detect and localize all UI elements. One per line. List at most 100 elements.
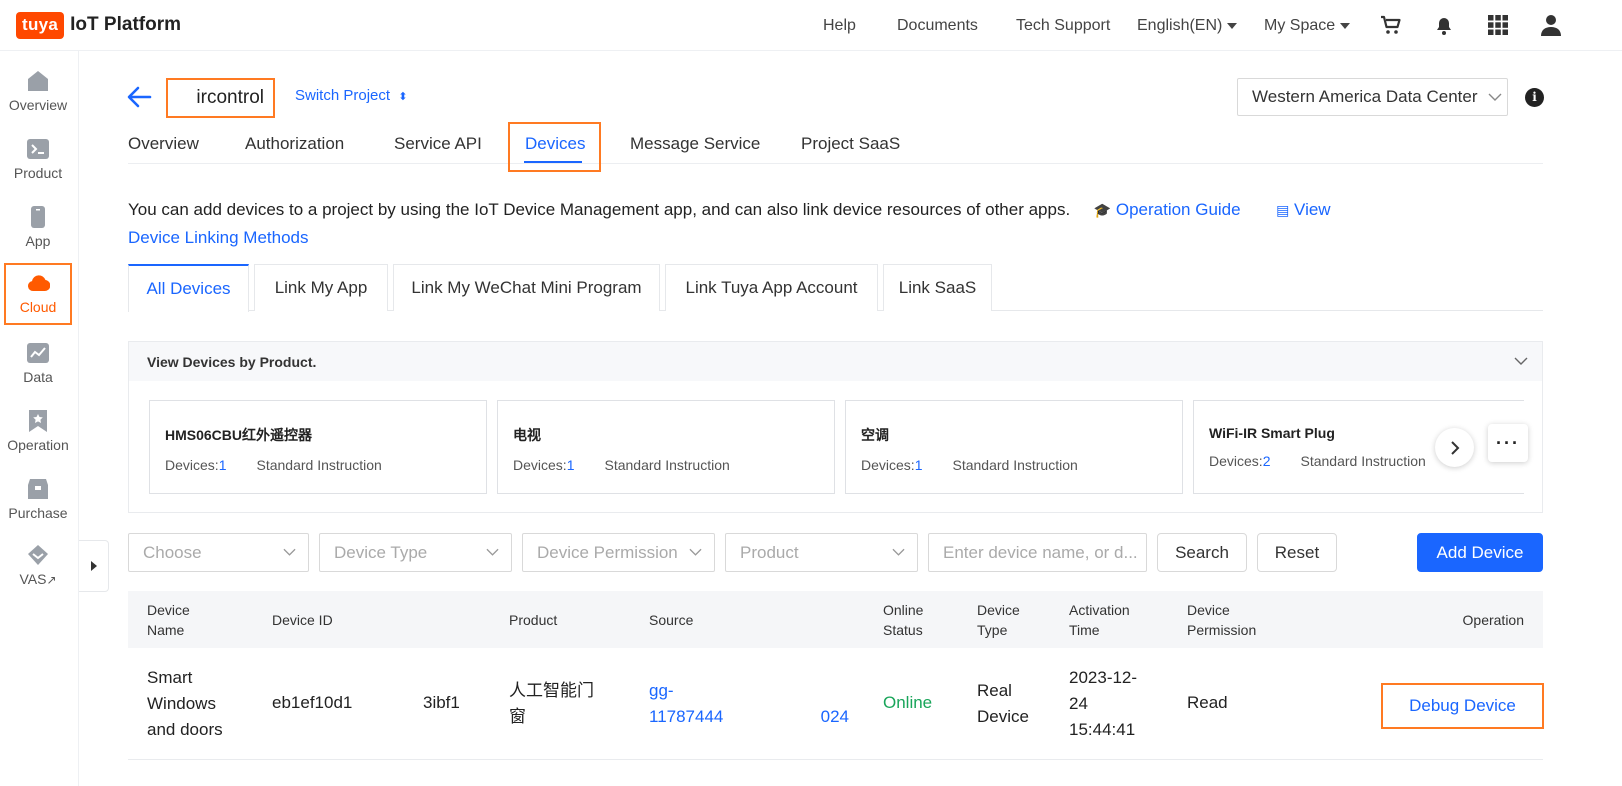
instruction-type: Standard Instruction [1300,453,1426,469]
operation-guide-link[interactable]: 🎓 Operation Guide [1094,200,1241,219]
nav-tech-support[interactable]: Tech Support [1016,0,1110,51]
col-product: Product [509,612,558,628]
project-tabs: Overview Authorization Service API Devic… [128,124,1543,164]
data-center-value: Western America Data Center [1252,87,1478,106]
chevron-down-icon [283,548,296,556]
device-count-link[interactable]: 2 [1263,453,1271,469]
product-placeholder: Product [740,542,799,562]
home-icon [28,71,48,91]
subtab-all-devices[interactable]: All Devices [128,264,249,312]
add-device-button[interactable]: Add Device [1417,533,1543,572]
cell-activation-time: 2023-12-24 15:44:41 [1069,668,1138,739]
sidebar-item-data[interactable]: Data [4,335,72,397]
cell-device-id: eb1ef10d1 [272,693,353,712]
user-icon[interactable] [1539,13,1563,37]
description-text: You can add devices to a project by usin… [128,200,1071,219]
search-button[interactable]: Search [1157,533,1247,572]
devices-label: Devices: [1209,453,1263,469]
sidebar-collapse-button[interactable] [79,540,109,592]
subtab-link-saas[interactable]: Link SaaS [883,264,992,311]
search-placeholder: Enter device name, or d... [943,542,1138,562]
devices-label: Devices: [165,457,219,473]
col-device-type: Device Type [977,602,1020,638]
bell-icon[interactable] [1432,13,1456,37]
nav-language[interactable]: English(EN) [1137,0,1238,51]
diamond-icon [28,545,48,565]
tab-authorization[interactable]: Authorization [245,134,344,154]
cell-online-status: Online [883,693,933,712]
sidebar-item-label: Product [13,165,63,181]
tab-project-saas[interactable]: Project SaaS [801,134,900,154]
project-name: ircontrol [166,78,275,118]
switch-project-link[interactable]: Switch Project ⬍ [295,87,407,104]
apps-grid-icon[interactable] [1486,13,1510,37]
device-count-link[interactable]: 1 [219,457,227,473]
device-type-select[interactable]: Device Type [319,533,512,572]
next-products-button[interactable] [1435,428,1474,467]
chevron-down-icon [689,548,702,556]
sidebar-item-overview[interactable]: Overview [4,63,72,125]
cell-device-name: Smart Windows and doors [147,668,223,739]
tab-message-service[interactable]: Message Service [630,134,760,154]
device-search-input[interactable]: Enter device name, or d... [928,533,1147,572]
device-count-link[interactable]: 1 [915,457,923,473]
caret-down-icon [1340,22,1351,29]
sidebar-item-app[interactable]: App [4,199,72,261]
phone-icon [31,206,45,228]
chart-icon [27,343,49,363]
choose-select[interactable]: Choose [128,533,309,572]
product-card[interactable]: 空调 Devices:1 Standard Instruction [845,400,1183,494]
nav-help[interactable]: Help [823,0,856,51]
product-card-name: WiFi-IR Smart Plug [1209,425,1335,441]
language-label: English(EN) [1137,16,1223,34]
more-options-button[interactable]: ··· [1488,424,1528,462]
device-count-link[interactable]: 1 [567,457,575,473]
cloud-icon [28,275,50,292]
devices-label: Devices: [513,457,567,473]
product-card-name: 电视 [513,427,541,443]
sidebar-item-label: Operation [7,437,69,453]
product-card[interactable]: 电视 Devices:1 Standard Instruction [497,400,835,494]
logo[interactable]: tuya IoT Platform [16,11,181,39]
product-card[interactable]: WiFi-IR Smart Plug Devices:2 Standard Ins… [1193,400,1524,494]
debug-device-button[interactable]: Debug Device [1381,683,1544,729]
product-card-name: HMS06CBU红外遥控器 [165,427,313,443]
device-permission-select[interactable]: Device Permission [522,533,715,572]
col-source: Source [649,612,694,628]
sidebar-item-product[interactable]: Product [4,131,72,193]
external-link-icon: ↗ [46,573,57,587]
document-chart-icon: ▤ [1276,202,1290,218]
info-icon[interactable]: i [1525,88,1544,107]
data-center-select[interactable]: Western America Data Center [1237,78,1508,116]
product-select[interactable]: Product [725,533,918,572]
cell-source-link[interactable]: gg-11787444 [649,678,739,730]
devices-description: You can add devices to a project by usin… [128,196,1348,251]
top-bar: tuya IoT Platform Help Documents Tech Su… [0,0,1622,51]
back-arrow-icon[interactable] [126,84,152,110]
instruction-type: Standard Instruction [952,457,1078,473]
devices-table-header: Device Name Device ID Product Source Onl… [128,591,1543,648]
reset-button[interactable]: Reset [1257,533,1337,572]
sort-updown-icon: ⬍ [398,91,408,103]
product-cards-viewport: HMS06CBU红外遥控器 Devices:1 Standard Instruct… [129,342,1524,514]
cell-source-suffix[interactable]: 024 [809,704,849,730]
switch-project-label: Switch Project [295,87,391,104]
nav-my-space[interactable]: My Space [1264,0,1351,51]
sidebar-item-label: VAS [19,571,47,587]
product-card-name: 空调 [861,427,889,443]
caret-right-icon [90,561,97,571]
sidebar-item-operation[interactable]: Operation [4,403,72,465]
sidebar-item-vas[interactable]: VAS↗ [4,537,72,599]
sidebar-item-cloud[interactable]: Cloud [4,263,72,325]
tab-service-api[interactable]: Service API [394,134,482,154]
nav-documents[interactable]: Documents [897,0,978,51]
cart-icon[interactable] [1379,13,1403,37]
subtab-link-tuya-app-account[interactable]: Link Tuya App Account [665,264,878,311]
subtab-link-wechat-mini-program[interactable]: Link My WeChat Mini Program [393,264,660,311]
product-card[interactable]: HMS06CBU红外遥控器 Devices:1 Standard Instruct… [149,400,487,494]
subtab-link-my-app[interactable]: Link My App [254,264,388,311]
sidebar-item-purchase[interactable]: Purchase [4,471,72,533]
linking-methods-label: Device Linking Methods [128,228,309,247]
tab-overview[interactable]: Overview [128,134,199,154]
chevron-right-icon [1450,440,1459,455]
